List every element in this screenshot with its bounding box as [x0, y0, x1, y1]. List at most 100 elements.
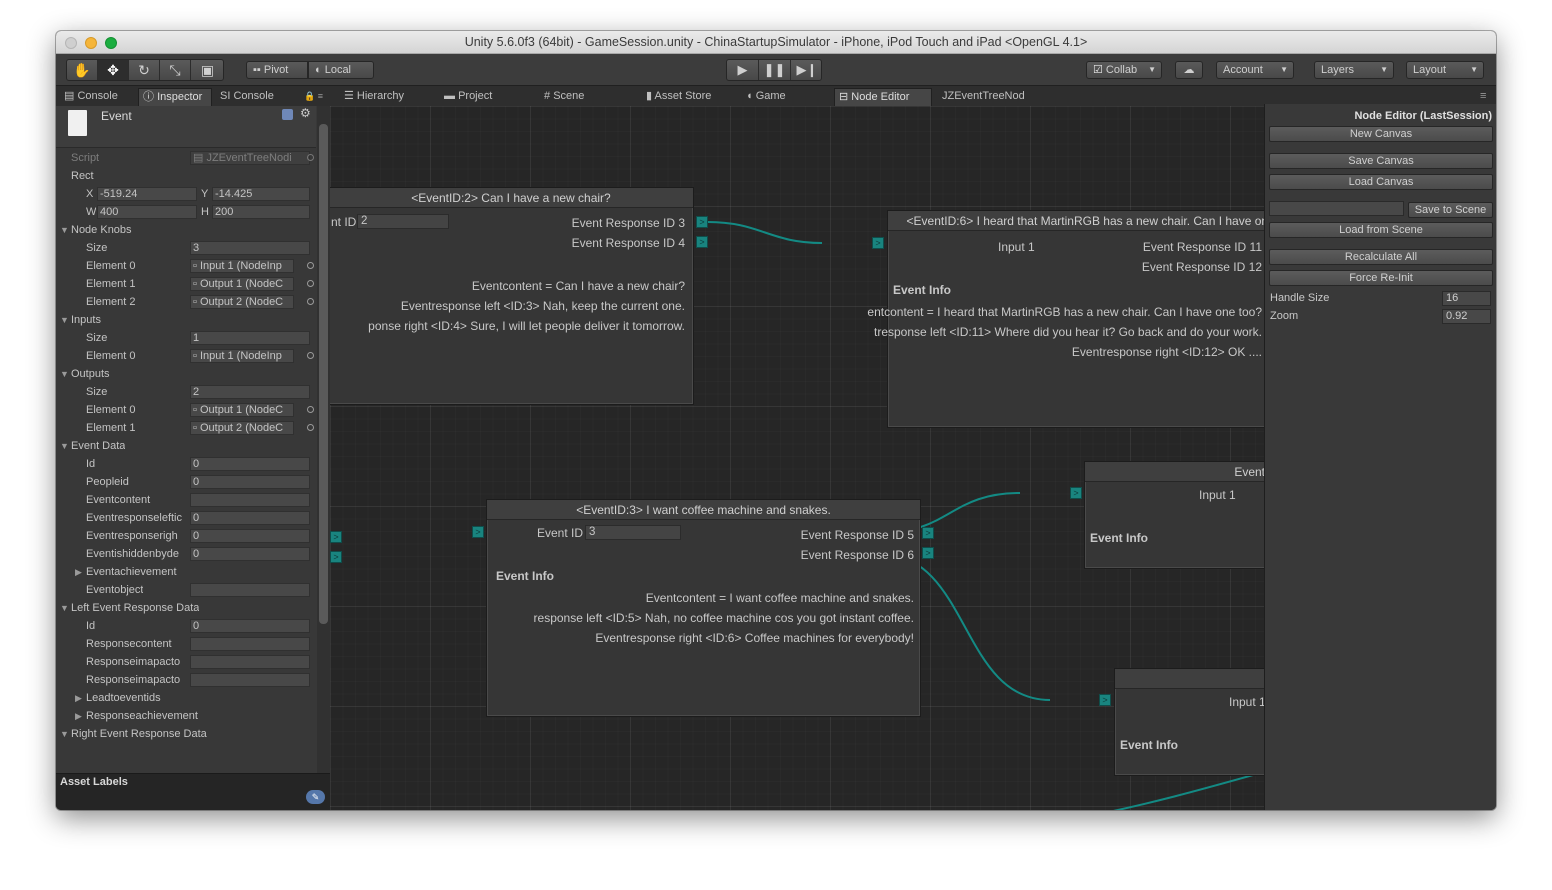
collab-dropdown[interactable]: ☑ Collab ▼ [1086, 61, 1162, 79]
output-knob[interactable]: > [330, 551, 342, 563]
outputs-size-field[interactable]: 2 [190, 385, 310, 399]
input-knob[interactable]: > [1099, 694, 1111, 706]
event-id-field[interactable]: 2 [357, 214, 449, 229]
new-canvas-button[interactable]: New Canvas [1269, 126, 1493, 142]
object-field[interactable]: ▫ Output 1 (NodeC [190, 277, 294, 291]
field-input[interactable]: 0 [190, 547, 310, 561]
right-response-foldout[interactable]: ▼ Right Event Response Data [56, 725, 316, 743]
event-node-5[interactable]: Event Input 1 Event Info [1084, 461, 1264, 569]
eventachievement-foldout[interactable]: ▶ Eventachievement [56, 563, 316, 581]
field-input[interactable]: 0 [190, 475, 310, 489]
node-canvas[interactable]: <EventID:2> Can I have a new chair? nt I… [330, 106, 1264, 810]
force-reinit-button[interactable]: Force Re-Init [1269, 270, 1493, 286]
output-knob[interactable]: > [922, 547, 934, 559]
output-knob[interactable]: > [696, 216, 708, 228]
tab-node-editor[interactable]: ⊟ Node Editor [834, 88, 932, 106]
scrollbar-thumb[interactable] [319, 124, 328, 624]
node-title[interactable]: <EventID:2> Can I have a new chair? [330, 188, 693, 208]
tab-inspector[interactable]: ⓘ Inspector [138, 88, 212, 106]
load-canvas-button[interactable]: Load Canvas [1269, 174, 1493, 190]
field-input[interactable]: 0 [190, 457, 310, 471]
gear-icon[interactable]: ⚙ [300, 106, 311, 120]
object-field[interactable]: ▫ Output 1 (NodeC [190, 403, 294, 417]
field-input[interactable] [190, 655, 310, 669]
object-field[interactable]: ▫ Input 1 (NodeInp [190, 349, 294, 363]
input-knob[interactable]: > [472, 526, 484, 538]
object-picker-icon[interactable] [307, 154, 314, 161]
y-field[interactable]: -14.425 [212, 187, 310, 201]
help-icon[interactable] [282, 109, 293, 120]
play-icon[interactable]: ▶ [727, 60, 759, 80]
scale-icon[interactable]: ⤡ [160, 60, 191, 80]
field-input[interactable] [190, 493, 310, 507]
layout-dropdown[interactable]: Layout ▼ [1406, 61, 1484, 79]
event-data-foldout[interactable]: ▼ Event Data [56, 437, 316, 455]
event-node-lower[interactable]: E Input 1 Event Info [1114, 668, 1264, 776]
save-to-scene-button[interactable]: Save to Scene [1408, 202, 1493, 218]
event-id-field[interactable]: 3 [585, 525, 681, 540]
output-knob[interactable]: > [696, 236, 708, 248]
rect-tool-icon[interactable]: ▣ [191, 60, 224, 80]
object-field[interactable]: ▫ Input 1 (NodeInp [190, 259, 294, 273]
tag-icon[interactable]: ✎ [306, 790, 325, 804]
script-field[interactable]: ▤ JZEventTreeNodi [190, 151, 310, 165]
event-node-6[interactable]: <EventID:6> I heard that MartinRGB has a… [867, 210, 1264, 428]
knobs-size-field[interactable]: 3 [190, 241, 310, 255]
object-picker-icon[interactable] [307, 298, 314, 305]
rotate-icon[interactable]: ↻ [129, 60, 160, 80]
save-canvas-button[interactable]: Save Canvas [1269, 153, 1493, 169]
tab-scene[interactable]: # Scene [540, 88, 640, 106]
object-picker-icon[interactable] [307, 280, 314, 287]
object-picker-icon[interactable] [307, 424, 314, 431]
node-title[interactable]: <EventID:6> I heard that MartinRGB has a… [888, 211, 1264, 231]
node-title[interactable]: E [1115, 669, 1264, 689]
tab-si-console[interactable]: SI Console [216, 88, 296, 106]
left-response-foldout[interactable]: ▼ Left Event Response Data [56, 599, 316, 617]
object-picker-icon[interactable] [307, 262, 314, 269]
tab-jz-event-tree[interactable]: JZEventTreeNod [938, 88, 1038, 106]
h-field[interactable]: 200 [212, 205, 310, 219]
tab-hierarchy[interactable]: ☰ Hierarchy [340, 88, 436, 106]
inspector-scrollbar[interactable] [317, 106, 330, 810]
object-field[interactable]: ▫ Output 2 (NodeC [190, 295, 294, 309]
object-picker-icon[interactable] [307, 406, 314, 413]
account-dropdown[interactable]: Account ▼ [1216, 61, 1294, 79]
load-from-scene-button[interactable]: Load from Scene [1269, 222, 1493, 238]
zoom-field[interactable]: 0.92 [1442, 309, 1491, 324]
tab-project[interactable]: ▬ Project [440, 88, 530, 106]
handle-size-field[interactable]: 16 [1442, 291, 1491, 306]
node-knobs-foldout[interactable]: ▼ Node Knobs [56, 221, 316, 239]
tab-game[interactable]: ◖ Game [742, 88, 832, 106]
tab-console[interactable]: ▤ Console [60, 88, 136, 106]
leadtoeventids-foldout[interactable]: ▶ Leadtoeventids [56, 689, 316, 707]
eventobject-field[interactable] [190, 583, 310, 597]
cloud-icon[interactable]: ☁ [1175, 61, 1203, 79]
field-input[interactable] [190, 637, 310, 651]
inputs-foldout[interactable]: ▼ Inputs [56, 311, 316, 329]
field-input[interactable]: 0 [190, 529, 310, 543]
object-picker-icon[interactable] [307, 352, 314, 359]
field-input[interactable]: 0 [190, 619, 310, 633]
local-button[interactable]: ◐ Local [308, 61, 374, 79]
recalculate-all-button[interactable]: Recalculate All [1269, 249, 1493, 265]
inputs-size-field[interactable]: 1 [190, 331, 310, 345]
pivot-button[interactable]: ▪▪ Pivot [246, 61, 308, 79]
responseachievement-foldout[interactable]: ▶ Responseachievement [56, 707, 316, 725]
w-field[interactable]: 400 [97, 205, 197, 219]
tab-asset-store[interactable]: ▮ Asset Store [642, 88, 742, 106]
move-icon[interactable]: ✥ [98, 60, 129, 80]
field-input[interactable] [190, 673, 310, 687]
node-title[interactable]: Event [1085, 462, 1264, 482]
field-input[interactable]: 0 [190, 511, 310, 525]
node-title[interactable]: <EventID:3> I want coffee machine and sn… [487, 500, 920, 520]
outputs-foldout[interactable]: ▼ Outputs [56, 365, 316, 383]
pause-icon[interactable]: ❚❚ [759, 60, 791, 80]
object-field[interactable]: ▫ Output 2 (NodeC [190, 421, 294, 435]
input-knob[interactable]: > [872, 237, 884, 249]
hand-icon[interactable]: ✋ [67, 60, 98, 80]
output-knob[interactable]: > [922, 527, 934, 539]
scene-name-input[interactable] [1269, 201, 1404, 216]
layers-dropdown[interactable]: Layers ▼ [1314, 61, 1394, 79]
input-knob[interactable]: > [1070, 487, 1082, 499]
step-icon[interactable]: ▶❙ [791, 60, 823, 80]
